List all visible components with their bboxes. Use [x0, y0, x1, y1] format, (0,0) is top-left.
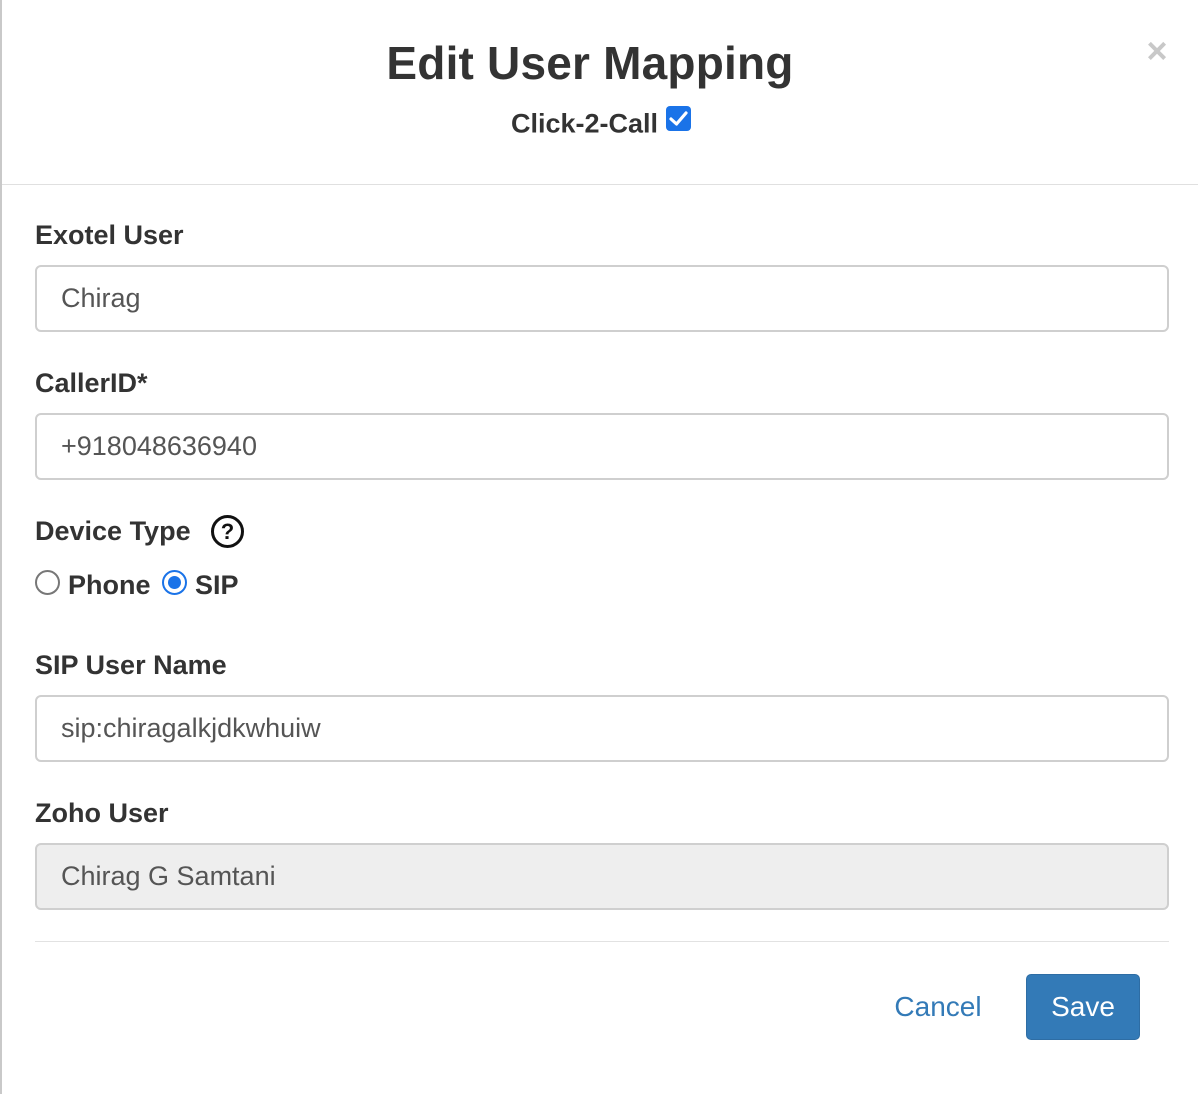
modal-header: Edit User Mapping Click-2-Call ×	[2, 0, 1198, 185]
cancel-button[interactable]: Cancel	[882, 974, 994, 1040]
zoho-user-field: Chirag G Samtani	[35, 843, 1169, 910]
zoho-user-label: Zoho User	[35, 798, 169, 828]
caller-id-field[interactable]: +918048636940	[35, 413, 1169, 480]
caller-id-label: CallerID*	[35, 368, 148, 398]
edit-user-mapping-modal: Edit User Mapping Click-2-Call × Exotel …	[0, 0, 1198, 1094]
modal-title: Edit User Mapping	[386, 37, 794, 89]
sip-user-name-label: SIP User Name	[35, 650, 227, 680]
device-type-phone-label[interactable]: Phone	[68, 570, 151, 601]
footer-divider	[35, 941, 1169, 942]
question-circle-icon[interactable]: ?	[211, 515, 244, 548]
click2call-row: Click-2-Call	[2, 106, 1198, 139]
device-type-label: Device Type	[35, 516, 191, 546]
click2call-label: Click-2-Call	[510, 108, 659, 139]
exotel-user-label: Exotel User	[35, 220, 184, 250]
click2call-checkbox[interactable]	[666, 106, 692, 132]
exotel-user-field[interactable]: Chirag	[35, 265, 1169, 332]
device-type-phone-radio[interactable]	[35, 570, 60, 595]
close-icon[interactable]: ×	[1142, 33, 1172, 69]
sip-user-name-field[interactable]: sip:chiragalkjdkwhuiw	[35, 695, 1169, 762]
device-type-sip-radio[interactable]	[162, 570, 187, 595]
save-button[interactable]: Save	[1026, 974, 1140, 1040]
checkmark-icon	[669, 111, 688, 126]
device-type-sip-label[interactable]: SIP	[195, 570, 239, 601]
